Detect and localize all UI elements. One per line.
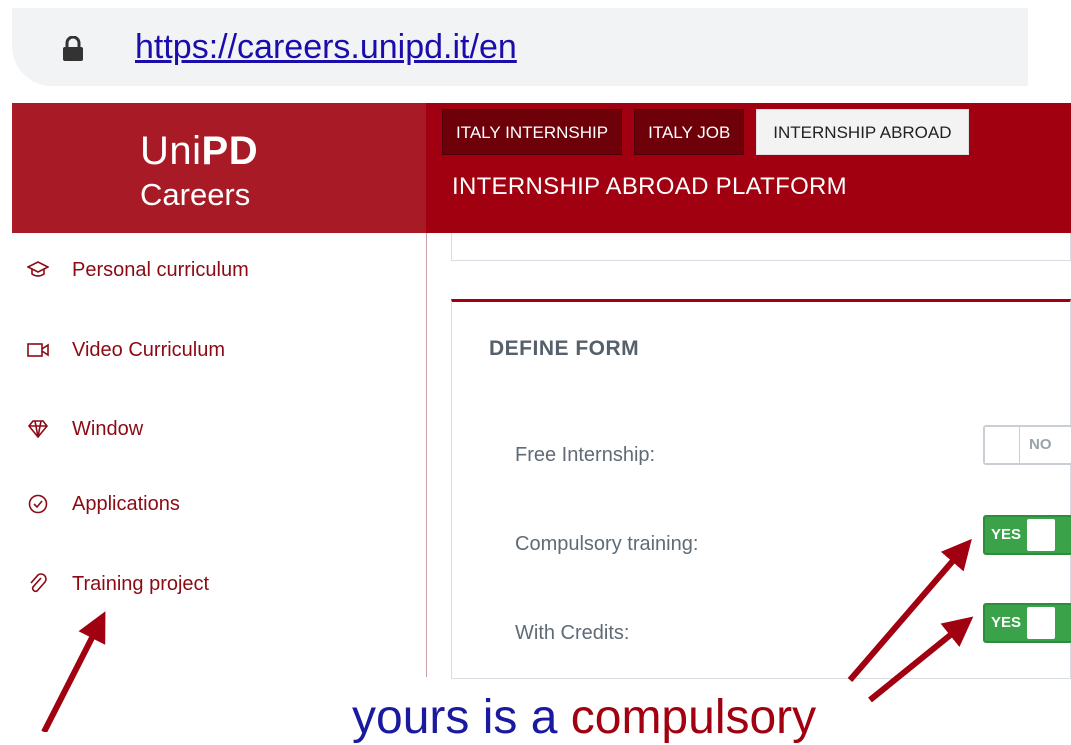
platform-title: INTERNSHIP ABROAD PLATFORM <box>452 173 847 200</box>
with-credits-label: With Credits: <box>515 622 630 644</box>
top-tabs: ITALY INTERNSHIP ITALY JOB INTERNSHIP AB… <box>442 109 969 155</box>
tab-italy-job[interactable]: ITALY JOB <box>634 109 745 155</box>
brand-careers: Careers <box>140 177 251 212</box>
sidebar-item-label: Personal curriculum <box>72 258 249 281</box>
sidebar-item-window[interactable]: Window <box>26 409 143 449</box>
sidebar-item-label: Applications <box>72 492 180 515</box>
previous-card <box>451 233 1071 261</box>
lock-icon <box>63 36 83 61</box>
compulsory-training-label: Compulsory training: <box>515 533 699 555</box>
paperclip-icon <box>26 572 50 596</box>
free-internship-label: Free Internship: <box>515 444 656 466</box>
tab-italy-internship[interactable]: ITALY INTERNSHIP <box>442 109 623 155</box>
toggle-state: YES <box>991 614 1022 631</box>
sidebar-item-label: Window <box>72 417 144 440</box>
toggle-state: YES <box>991 526 1022 543</box>
sidebar-item-video-curriculum[interactable]: Video Curriculum <box>26 330 225 370</box>
sidebar-item-applications[interactable]: Applications <box>26 484 180 524</box>
annotation-caption: yours is a compulsory <box>352 691 817 744</box>
sidebar-item-label: Video Curriculum <box>72 338 226 361</box>
toggle-state: NO <box>1029 436 1052 453</box>
free-internship-toggle[interactable]: NO <box>983 425 1071 465</box>
sidebar: Personal curriculum Video Curriculum Win… <box>12 233 427 677</box>
toggle-knob <box>1027 607 1055 639</box>
toggle-knob <box>985 427 1020 463</box>
video-camera-icon <box>26 338 50 362</box>
main-content: DEFINE FORM Free Internship: NO Compulso… <box>427 233 1071 679</box>
toggle-knob <box>1027 519 1055 551</box>
compulsory-training-toggle[interactable]: YES <box>983 515 1071 555</box>
brand-logo[interactable]: UniPD Careers <box>12 103 426 233</box>
address-bar[interactable]: https://careers.unipd.it/en <box>12 8 1028 86</box>
tab-internship-abroad[interactable]: INTERNSHIP ABROAD <box>756 109 969 155</box>
diamond-icon <box>26 417 50 441</box>
brand-uni: UniPD <box>140 129 259 173</box>
sidebar-item-label: Training project <box>72 572 210 595</box>
with-credits-toggle[interactable]: YES <box>983 603 1071 643</box>
sidebar-item-personal-curriculum[interactable]: Personal curriculum <box>26 250 249 290</box>
check-circle-icon <box>26 492 50 516</box>
url-text[interactable]: https://careers.unipd.it/en <box>135 28 517 67</box>
sidebar-item-training-project[interactable]: Training project <box>26 564 209 604</box>
form-title: DEFINE FORM <box>489 337 640 360</box>
site-header: UniPD Careers ITALY INTERNSHIP ITALY JOB… <box>12 103 1071 233</box>
graduation-cap-icon <box>26 258 50 282</box>
